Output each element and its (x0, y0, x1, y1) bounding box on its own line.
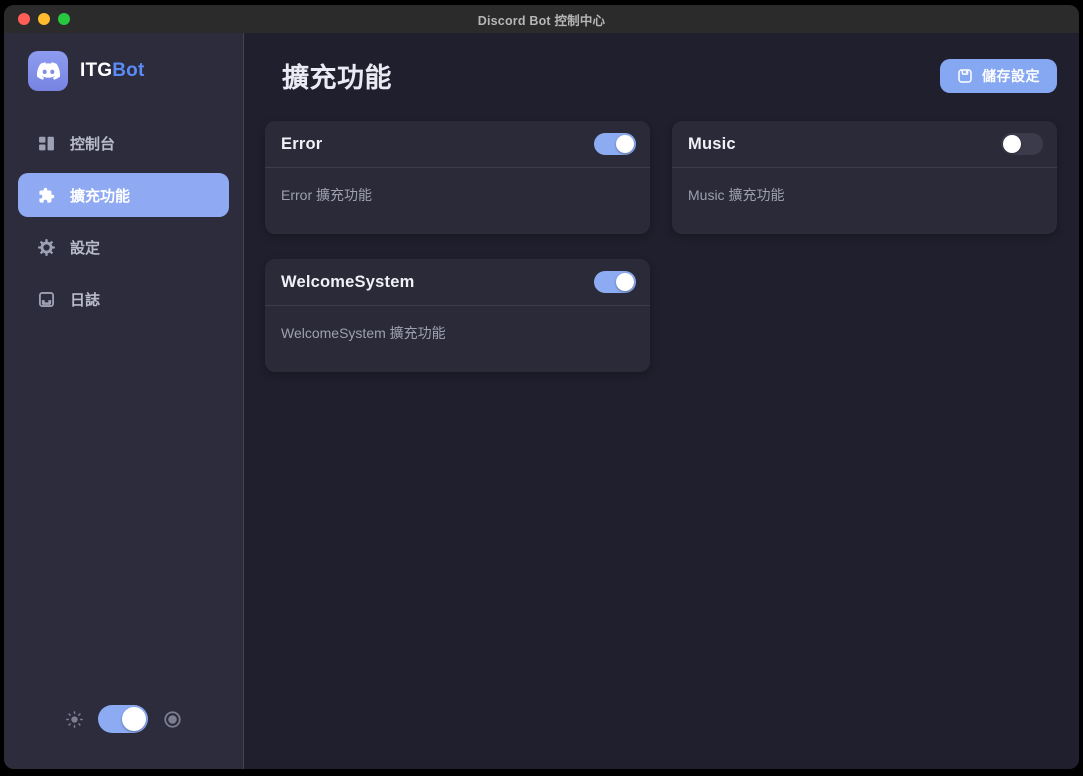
save-settings-button[interactable]: 儲存設定 (940, 59, 1057, 93)
extension-card-error: Error Error 擴充功能 (265, 121, 650, 234)
card-body: Music 擴充功能 (672, 168, 1057, 222)
card-body: WelcomeSystem 擴充功能 (265, 306, 650, 360)
extension-cards: Error Error 擴充功能 Music (265, 121, 1057, 372)
extension-toggle-knob (616, 273, 634, 291)
card-header: Music (672, 121, 1057, 168)
log-tray-icon (38, 291, 55, 308)
card-body: Error 擴充功能 (265, 168, 650, 222)
extension-name: WelcomeSystem (281, 273, 414, 292)
sidebar-spacer (4, 321, 243, 705)
save-settings-label: 儲存設定 (982, 66, 1040, 86)
extension-toggle-knob (1003, 135, 1021, 153)
card-header: Error (265, 121, 650, 168)
discord-logo-icon (28, 51, 68, 91)
sidebar-nav: 控制台 擴充功能 (4, 121, 243, 321)
theme-toggle-knob (122, 707, 146, 731)
theme-toggle[interactable] (98, 705, 148, 733)
sidebar-item-settings[interactable]: 設定 (18, 225, 229, 269)
brand-name: ITGBot (80, 60, 145, 82)
moon-icon (163, 710, 182, 729)
brand-name-primary: ITG (80, 60, 112, 81)
gear-icon (38, 239, 55, 256)
sidebar-item-label: 擴充功能 (70, 185, 130, 206)
sidebar-item-label: 日誌 (70, 289, 100, 310)
theme-controls (4, 705, 243, 769)
extension-card-welcomesystem: WelcomeSystem WelcomeSystem 擴充功能 (265, 259, 650, 372)
extension-toggle[interactable] (594, 271, 636, 293)
extension-description: Music 擴充功能 (688, 187, 784, 203)
puzzle-piece-icon (38, 187, 55, 204)
sidebar-item-logs[interactable]: 日誌 (18, 277, 229, 321)
floppy-save-icon (957, 68, 973, 84)
main-header: 擴充功能 儲存設定 (265, 56, 1057, 95)
minimize-window-button[interactable] (38, 13, 50, 25)
extension-name: Error (281, 135, 322, 154)
app-window: Discord Bot 控制中心 ITGBot (4, 5, 1079, 769)
extension-toggle-knob (616, 135, 634, 153)
sidebar-item-dashboard[interactable]: 控制台 (18, 121, 229, 165)
brand: ITGBot (4, 33, 243, 91)
extension-description: WelcomeSystem 擴充功能 (281, 325, 446, 341)
zoom-window-button[interactable] (58, 13, 70, 25)
extension-name: Music (688, 135, 736, 154)
extension-toggle[interactable] (594, 133, 636, 155)
window-title: Discord Bot 控制中心 (478, 10, 606, 29)
sidebar-item-extensions[interactable]: 擴充功能 (18, 173, 229, 217)
card-header: WelcomeSystem (265, 259, 650, 306)
traffic-lights (18, 5, 70, 33)
page-title: 擴充功能 (282, 56, 392, 95)
extension-description: Error 擴充功能 (281, 187, 372, 203)
dashboard-grid-icon (38, 135, 55, 152)
sidebar: ITGBot 控制台 (4, 33, 244, 769)
sidebar-item-label: 設定 (70, 237, 100, 258)
main-content: 擴充功能 儲存設定 Error (244, 33, 1079, 769)
extension-card-music: Music Music 擴充功能 (672, 121, 1057, 234)
close-window-button[interactable] (18, 13, 30, 25)
brand-name-accent: Bot (112, 60, 144, 81)
extension-toggle[interactable] (1001, 133, 1043, 155)
titlebar: Discord Bot 控制中心 (4, 5, 1079, 33)
sun-icon (66, 711, 83, 728)
sidebar-item-label: 控制台 (70, 133, 115, 154)
